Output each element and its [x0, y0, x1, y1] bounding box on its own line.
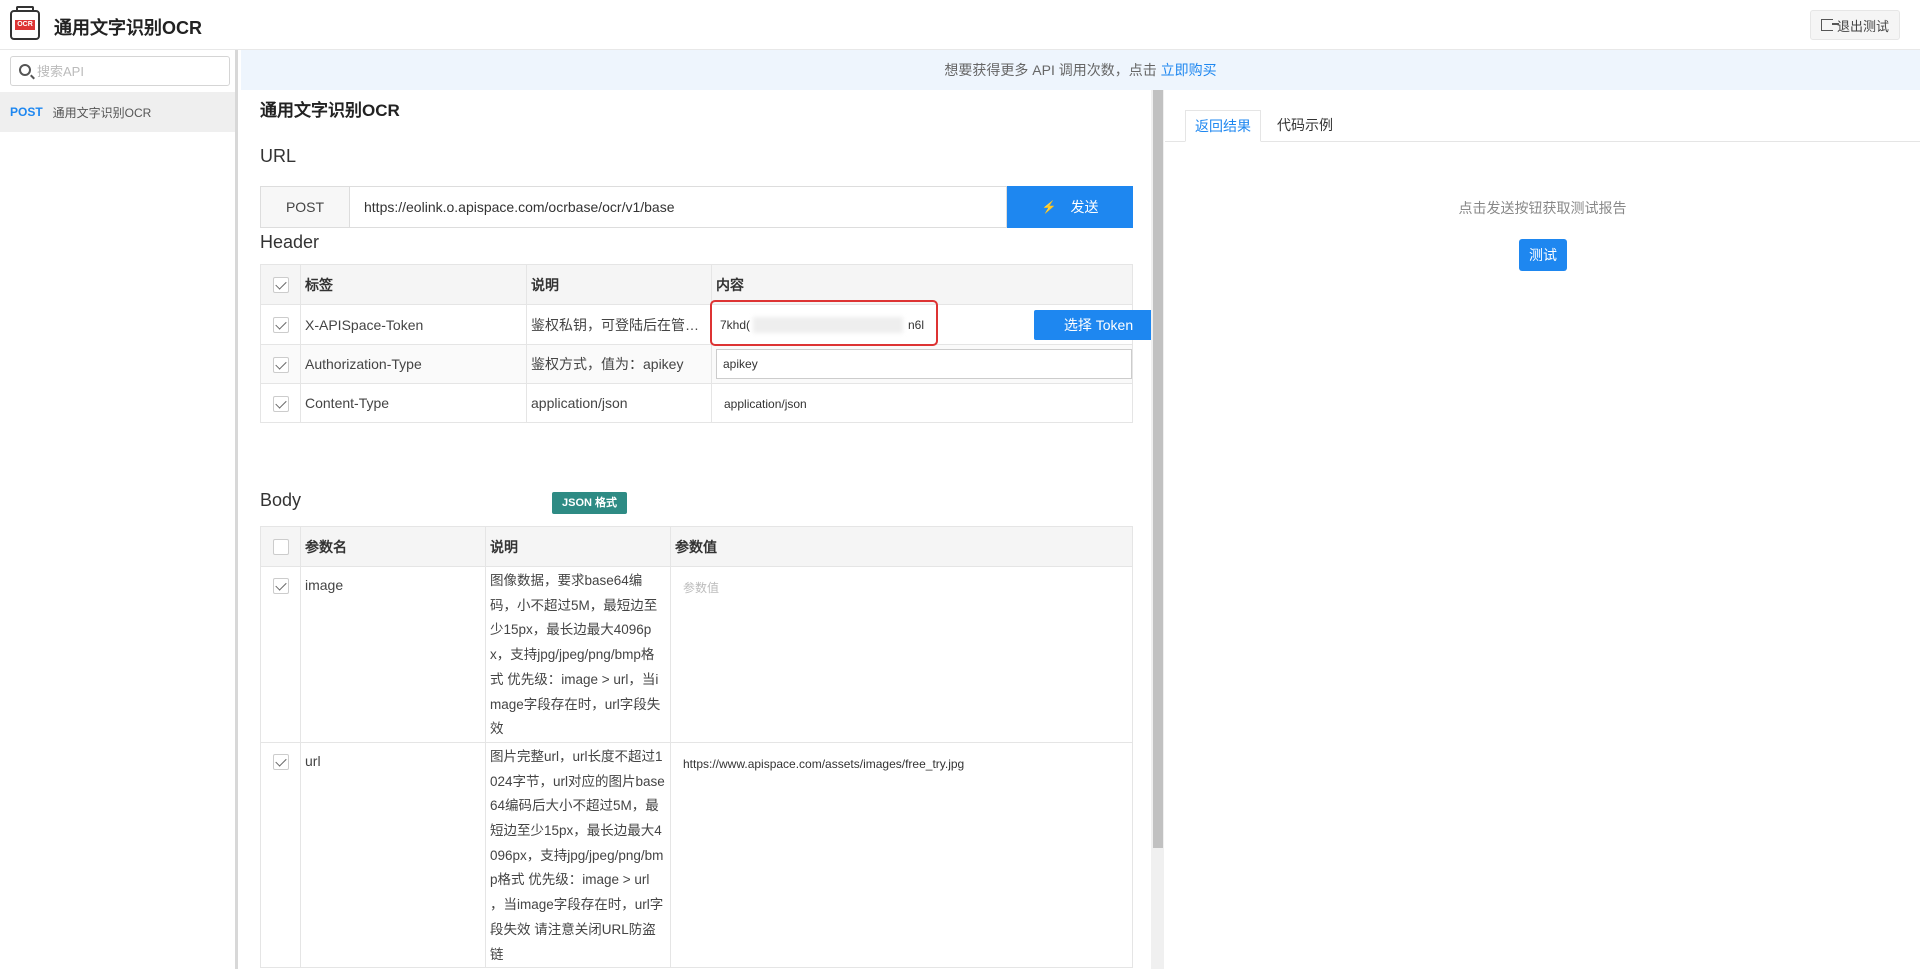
param-desc: 图像数据，要求base64编码，小不超过5M，最短边至少15px，最长边最大40…: [485, 566, 671, 743]
buy-now-link[interactable]: 立即购买: [1161, 62, 1217, 78]
row-checkbox[interactable]: [272, 356, 289, 373]
table-row: image 图像数据，要求base64编码，小不超过5M，最短边至少15px，最…: [260, 566, 1133, 743]
token-field[interactable]: 7khd( n6l 选择 Token: [710, 300, 1151, 346]
exit-icon: [1820, 19, 1839, 31]
column-header: 说明: [485, 526, 671, 567]
column-header: 说明: [526, 264, 712, 305]
tab-response[interactable]: 返回结果: [1185, 110, 1261, 142]
column-header: 内容: [711, 264, 1133, 305]
method-badge: POST: [10, 105, 43, 119]
row-checkbox[interactable]: [272, 395, 289, 412]
header-desc: 鉴权方式，值为：apikey: [526, 344, 712, 384]
column-header: 标签: [300, 264, 527, 305]
param-name: image: [300, 566, 486, 743]
table-row: Authorization-Type 鉴权方式，值为：apikey: [260, 344, 1133, 384]
search-input[interactable]: [37, 61, 222, 81]
select-all-checkbox[interactable]: [272, 539, 289, 556]
param-value-input[interactable]: https://www.apispace.com/assets/images/f…: [675, 757, 964, 771]
ocr-logo-icon: OCR: [10, 6, 40, 40]
auth-type-input[interactable]: [716, 349, 1132, 379]
row-checkbox[interactable]: [272, 317, 289, 334]
search-icon: [19, 64, 31, 76]
header-section-title: Header: [260, 232, 320, 252]
param-desc: 图片完整url，url长度不超过1024字节，url对应的图片base64编码后…: [485, 741, 671, 969]
empty-hint: 点击发送按钮获取测试报告: [1458, 200, 1627, 216]
column-header: 参数值: [670, 526, 1133, 567]
search-box[interactable]: [10, 56, 230, 86]
result-panel: 返回结果 代码示例 点击发送按钮获取测试报告 测试: [1165, 90, 1920, 969]
table-row: url 图片完整url，url长度不超过1024字节，url对应的图片base6…: [260, 741, 1133, 969]
url-input[interactable]: [350, 186, 1007, 228]
send-button[interactable]: ⚡ 发送: [1007, 186, 1133, 228]
lightning-icon: ⚡: [1041, 200, 1057, 214]
app-title: 通用文字识别OCR: [54, 18, 202, 38]
table-header-row: 标签 说明 内容: [260, 264, 1133, 305]
row-checkbox[interactable]: [272, 754, 289, 771]
param-name: url: [300, 741, 486, 969]
exit-test-button[interactable]: 退出测试: [1809, 10, 1900, 40]
table-row: Content-Type application/json applicatio…: [260, 383, 1133, 423]
content-type-value[interactable]: application/json: [716, 397, 807, 411]
sidebar: POST 通用文字识别OCR: [0, 50, 238, 969]
header-label: Authorization-Type: [300, 344, 527, 384]
select-token-button[interactable]: 选择 Token: [1034, 310, 1151, 340]
url-section-title: URL: [260, 146, 297, 166]
header-desc: 鉴权私钥，可登陆后在管…: [526, 304, 712, 345]
sidebar-item-label: 通用文字识别OCR: [52, 105, 152, 120]
sidebar-item-ocr[interactable]: POST 通用文字识别OCR: [0, 92, 235, 132]
header-table: 标签 说明 内容 X-APISpace-Token 鉴权私钥，可登陆后在管… 7…: [260, 264, 1151, 423]
tab-code-example[interactable]: 代码示例: [1268, 110, 1342, 142]
test-button[interactable]: 测试: [1519, 239, 1567, 271]
header-desc: application/json: [526, 383, 712, 423]
select-all-checkbox[interactable]: [272, 277, 289, 294]
column-header: 参数名: [300, 526, 486, 567]
table-header-row: 参数名 说明 参数值: [260, 526, 1133, 567]
row-checkbox[interactable]: [272, 578, 289, 595]
result-tabs: 返回结果 代码示例: [1165, 102, 1920, 142]
highlight-box: [710, 300, 938, 346]
main-panel: 通用文字识别OCR URL POST ⚡ 发送 Header 标签 说明 内容 …: [241, 90, 1151, 969]
body-table: 参数名 说明 参数值 image 图像数据，要求base64编码，小不超过5M，…: [260, 526, 1133, 969]
scrollbar-thumb[interactable]: [1153, 90, 1163, 848]
header-label: Content-Type: [300, 383, 527, 423]
header-label: X-APISpace-Token: [300, 304, 527, 345]
page-title: 通用文字识别OCR: [260, 101, 400, 120]
url-row: POST ⚡ 发送: [260, 186, 1133, 228]
method-select[interactable]: POST: [260, 186, 350, 228]
json-format-badge: JSON 格式: [552, 492, 628, 514]
body-section-title: Body: [260, 490, 302, 510]
top-bar: OCR 通用文字识别OCR 退出测试: [0, 0, 1920, 50]
param-value-input[interactable]: 参数值: [675, 581, 719, 595]
table-row: X-APISpace-Token 鉴权私钥，可登陆后在管… 7khd( n6l …: [260, 300, 1151, 346]
purchase-banner: 想要获得更多 API 调用次数，点击 立即购买: [241, 50, 1920, 90]
